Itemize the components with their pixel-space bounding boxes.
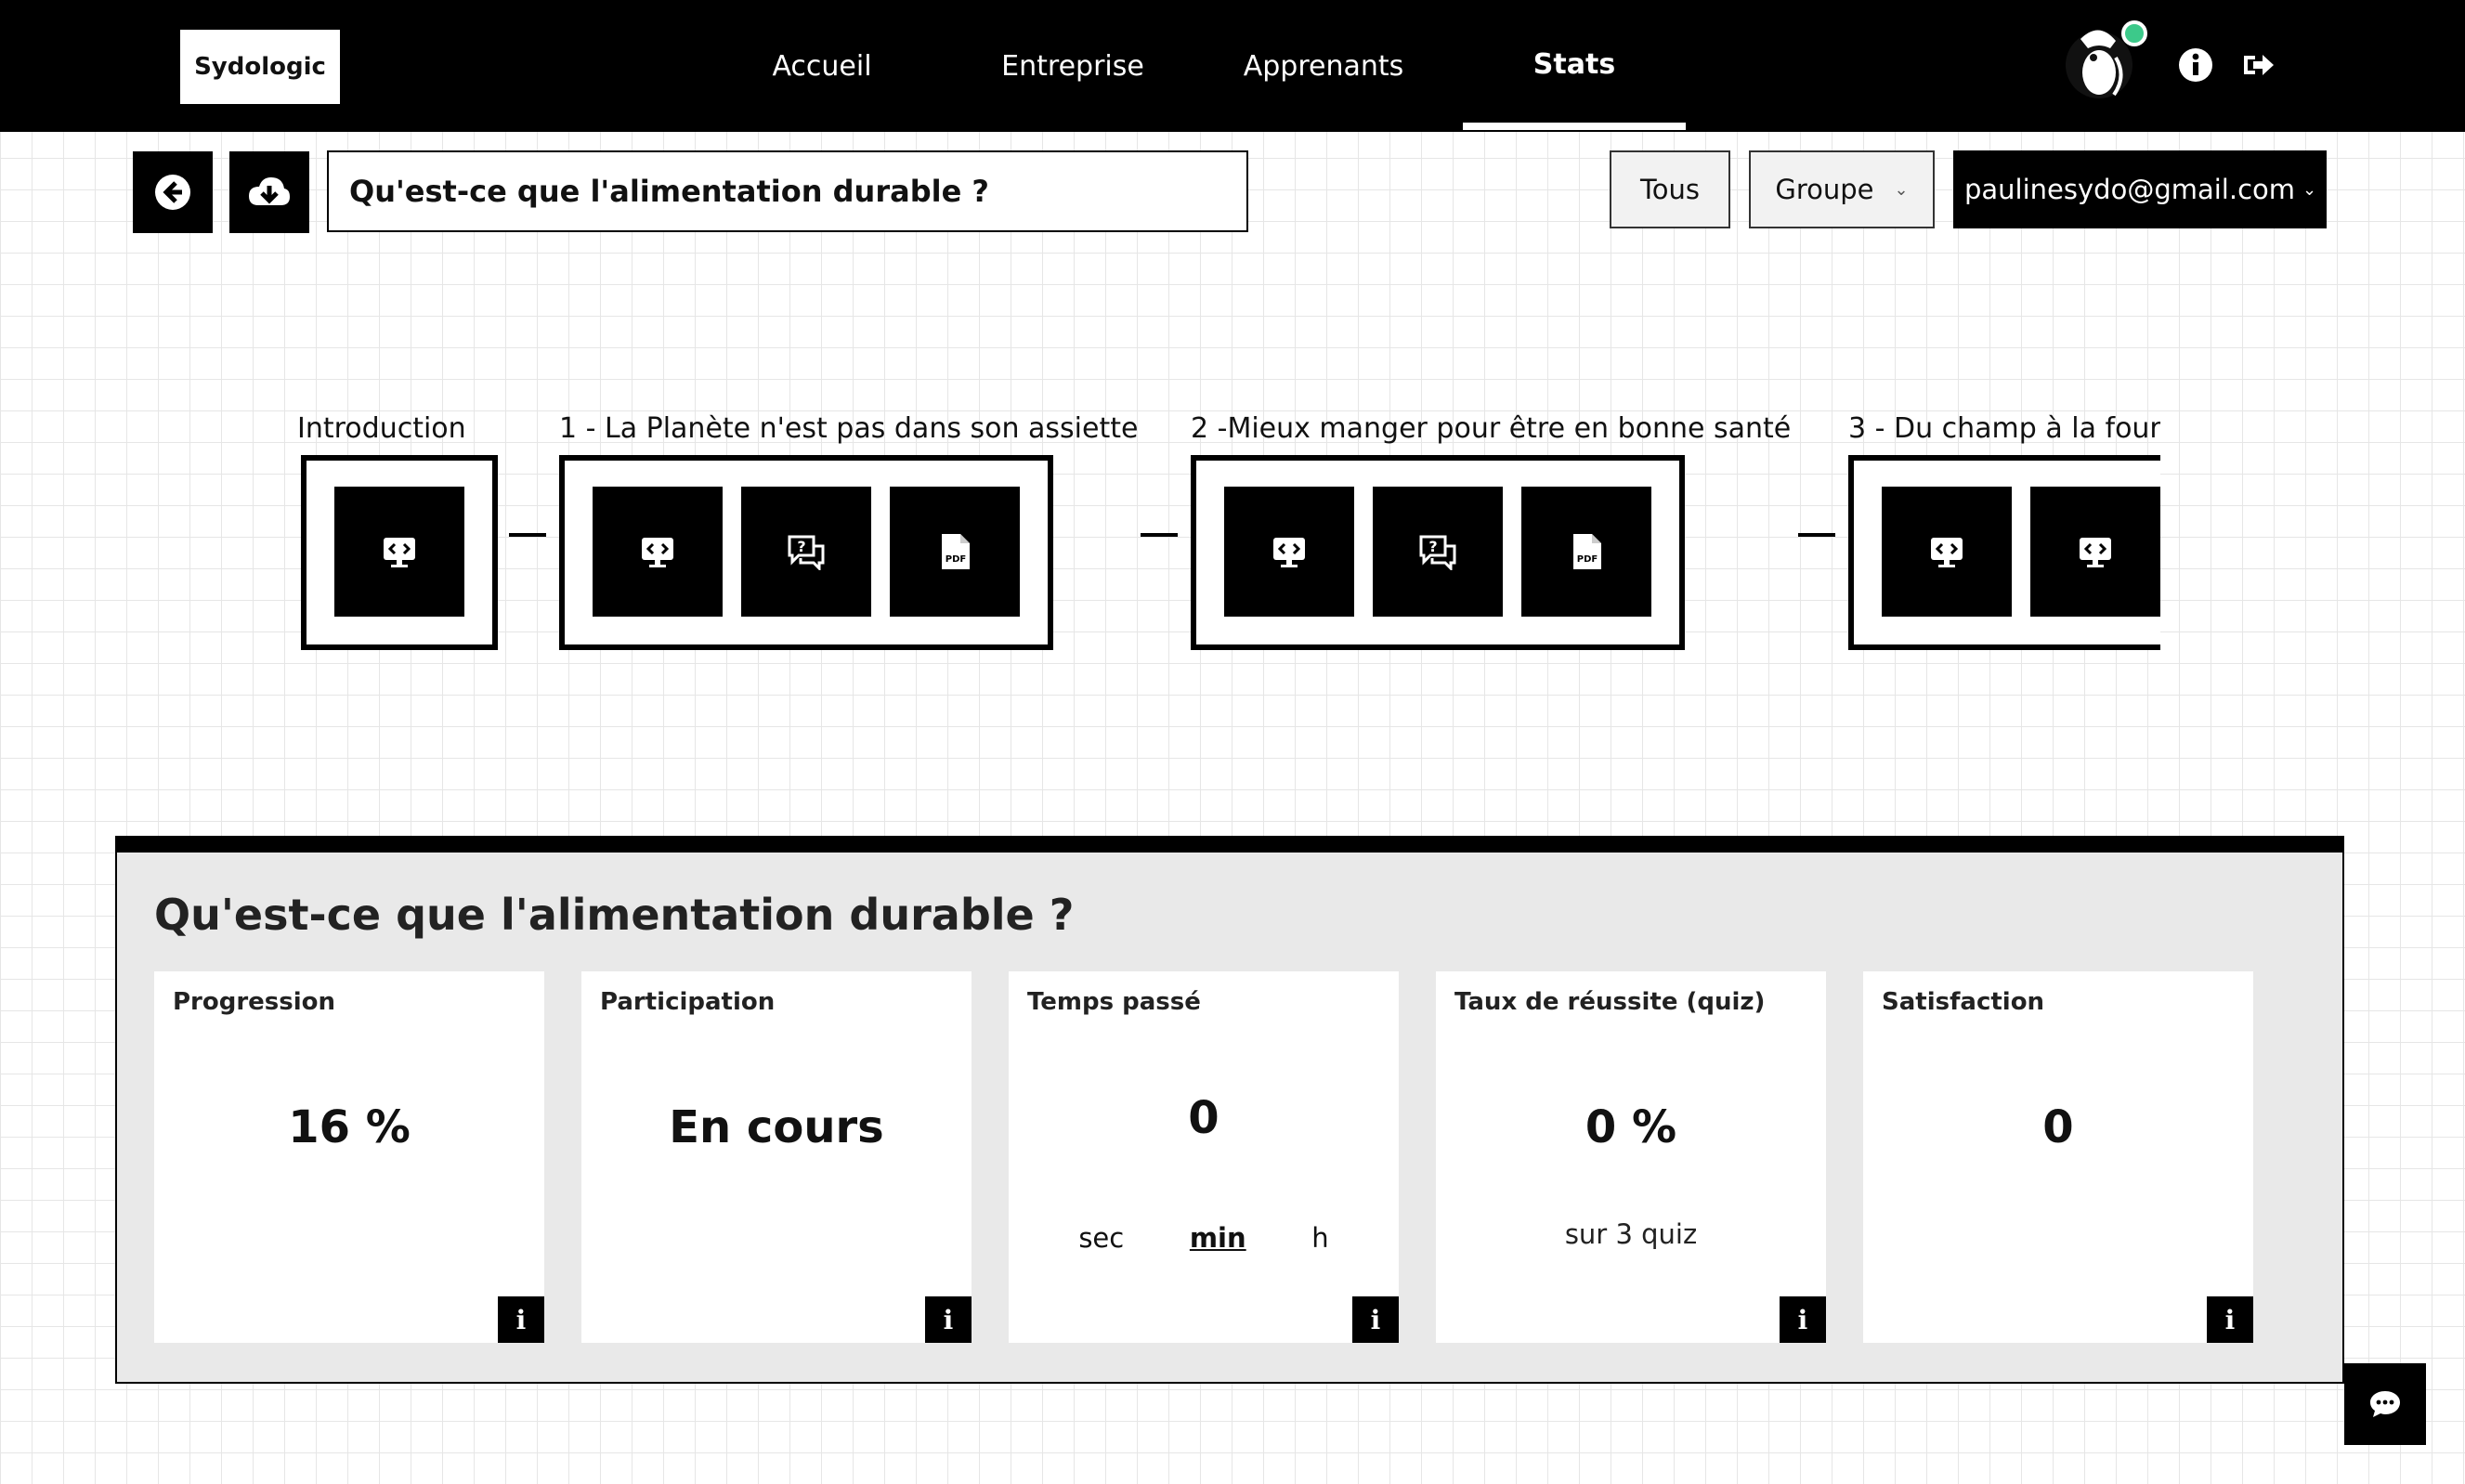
card-participation: Participation En cours i [581,971,972,1343]
module-pdf[interactable]: PDF [890,487,1020,617]
card-time-spent: Temps passé 0 sec min h i [1009,971,1399,1343]
card-label: Satisfaction [1882,988,2045,1016]
back-button[interactable] [133,151,213,233]
nav-active-indicator [1463,123,1686,130]
section-title: 2 -Mieux manger pour être en bonne santé [1191,412,1792,445]
course-title-field[interactable]: Qu'est-ce que l'alimentation durable ? [327,150,1248,232]
section-modules: ? PDF [559,455,1053,650]
info-icon[interactable] [2177,46,2214,84]
course-timeline: Introduction 1 - La Planète n'est pas da… [297,399,2160,659]
unit-sec[interactable]: sec [1078,1222,1124,1254]
card-label: Participation [600,988,776,1016]
stats-title: Qu'est-ce que l'alimentation durable ? [154,890,1075,940]
pdf-file-icon: PDF [942,534,970,569]
nav-apprenants[interactable]: Apprenants [1231,43,1416,89]
interactive-screen-icon [1931,538,1963,567]
interactive-screen-icon [384,538,415,567]
brand-logo[interactable]: Sydologic [180,30,340,104]
module-quiz[interactable]: ? [1373,487,1503,617]
chevron-down-icon: ⌄ [2302,179,2317,200]
user-email-label: paulinesydo@gmail.com [1964,174,2296,205]
time-unit-selector: sec min h [1009,1222,1399,1254]
timeline-connector [1141,533,1178,537]
section-modules [301,455,498,650]
arrow-left-circle-icon [155,175,190,210]
module-interactive[interactable] [334,487,464,617]
card-value: 0 [2042,1101,2074,1153]
interactive-screen-icon [2080,538,2111,567]
svg-text:PDF: PDF [1577,554,1598,565]
module-interactive[interactable] [593,487,723,617]
card-value: 0 [1188,1092,1219,1144]
card-quiz-success: Taux de réussite (quiz) 0 % sur 3 quiz i [1436,971,1826,1343]
card-label: Progression [173,988,336,1016]
user-email-select[interactable]: paulinesydo@gmail.com ⌄ [1953,150,2327,228]
group-select-label: Groupe [1775,174,1874,205]
section-title: 3 - Du champ à la fourchette [1848,412,2160,445]
nav-stats[interactable]: Stats [1505,41,1644,87]
quiz-chat-icon: ? [788,535,825,570]
section-modules [1848,455,2160,650]
svg-text:PDF: PDF [946,554,966,565]
info-button[interactable]: i [2207,1296,2253,1343]
online-status-dot [2121,20,2147,46]
chat-button[interactable] [2344,1363,2426,1445]
info-button[interactable]: i [925,1296,972,1343]
nav-entreprise[interactable]: Entreprise [985,43,1161,89]
interactive-screen-icon [1273,538,1305,567]
card-label: Temps passé [1027,988,1201,1016]
group-select[interactable]: Groupe ⌄ [1749,150,1935,228]
quiz-chat-icon: ? [1419,535,1456,570]
quiz-count: sur 3 quiz [1564,1218,1698,1250]
stats-panel: Qu'est-ce que l'alimentation durable ? P… [115,836,2344,1384]
module-quiz[interactable]: ? [741,487,871,617]
module-pdf[interactable]: PDF [1521,487,1651,617]
cloud-download-icon [249,177,290,205]
nav-accueil[interactable]: Accueil [752,43,892,89]
download-button[interactable] [229,151,309,233]
card-value: 0 % [1585,1101,1677,1153]
section-title: 1 - La Planète n'est pas dans son assiet… [559,412,1139,445]
card-progression: Progression 16 % i [154,971,544,1343]
interactive-screen-icon [642,538,673,567]
timeline-connector [1798,533,1835,537]
info-button[interactable]: i [1780,1296,1826,1343]
svg-text:?: ? [797,538,805,555]
module-interactive[interactable] [1224,487,1354,617]
module-interactive[interactable] [1882,487,2012,617]
timeline-connector [509,533,546,537]
info-button[interactable]: i [1352,1296,1399,1343]
card-value: 16 % [288,1101,411,1153]
card-label: Taux de réussite (quiz) [1454,988,1766,1016]
filter-all-button[interactable]: Tous [1610,150,1730,228]
chat-bubble-icon [2370,1391,2400,1417]
info-button[interactable]: i [498,1296,544,1343]
module-interactive[interactable] [2030,487,2160,617]
svg-text:?: ? [1428,538,1437,555]
card-value: En cours [669,1101,884,1153]
section-title: Introduction [297,412,466,445]
unit-h[interactable]: h [1311,1222,1328,1254]
unit-min[interactable]: min [1190,1222,1246,1254]
chevron-down-icon: ⌄ [1894,179,1909,200]
section-modules: ? PDF [1191,455,1685,650]
logout-icon[interactable] [2240,46,2277,84]
card-satisfaction: Satisfaction 0 i [1863,971,2253,1343]
pdf-file-icon: PDF [1573,534,1601,569]
top-navigation-bar: Sydologic Accueil Entreprise Apprenants … [0,0,2465,132]
